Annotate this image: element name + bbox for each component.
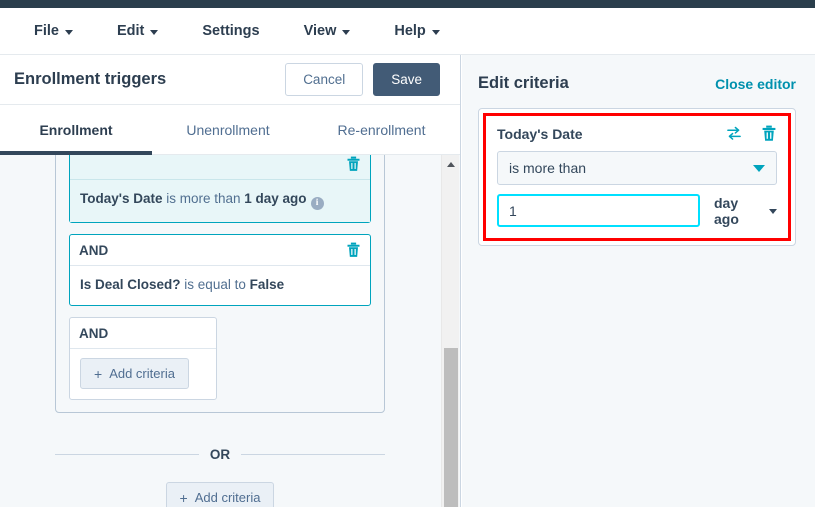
enrollment-triggers-panel: Enrollment triggers Cancel Save Enrollme… [0, 55, 461, 507]
top-dark-strip [0, 0, 815, 8]
close-editor-link[interactable]: Close editor [715, 76, 796, 92]
trash-icon[interactable] [346, 242, 361, 258]
or-divider-label: OR [210, 447, 230, 462]
criteria-card-2-body: Is Deal Closed? is equal to False [70, 266, 370, 305]
criteria-card-1-subject: Today's Date [80, 191, 162, 206]
criteria-card-1-operator: is more than [162, 191, 244, 206]
editor-field-header: Today's Date [497, 125, 777, 142]
and-block-body: + Add criteria [70, 349, 216, 399]
chevron-down-icon [342, 30, 350, 35]
plus-icon: + [94, 367, 102, 381]
save-button[interactable]: Save [373, 63, 440, 96]
operator-select[interactable]: is more than [497, 151, 777, 185]
criteria-card-1-body: Today's Date is more than 1 day ago i [70, 180, 370, 222]
criteria-scroll-area: Today's Date is more than 1 day ago i AND [0, 155, 460, 507]
criteria-card-2-value: False [250, 277, 285, 292]
plus-icon: + [180, 491, 188, 505]
tab-re-enrollment-label: Re-enrollment [338, 122, 426, 138]
unit-dropdown[interactable]: day ago [714, 195, 777, 227]
criteria-scroll-content: Today's Date is more than 1 day ago i AND [0, 155, 441, 507]
chevron-down-icon [432, 30, 440, 35]
add-criteria-inner-label: Add criteria [109, 366, 175, 381]
criteria-card-2-operator: is equal to [181, 277, 250, 292]
menu-item-file[interactable]: File [34, 23, 73, 39]
edit-criteria-panel: Edit criteria Close editor Today's Date [462, 55, 815, 507]
tab-unenrollment[interactable]: Unenrollment [152, 105, 304, 154]
value-input[interactable] [497, 194, 700, 227]
triangle-up-icon [447, 162, 455, 167]
trash-icon[interactable] [761, 125, 777, 142]
chevron-down-icon [65, 30, 73, 35]
editor-card: Today's Date [478, 108, 796, 246]
swap-icon[interactable] [726, 126, 742, 141]
tab-bar: Enrollment Unenrollment Re-enrollment [0, 105, 460, 155]
tab-enrollment[interactable]: Enrollment [0, 105, 152, 154]
criteria-card-1-header [70, 155, 370, 180]
criteria-card-2-subject: Is Deal Closed? [80, 277, 181, 292]
chevron-down-icon [769, 209, 777, 214]
bottom-add-criteria-wrap: + Add criteria [55, 482, 385, 507]
criteria-card-2-header: AND [70, 235, 370, 266]
scroll-up-arrow-icon[interactable] [442, 155, 460, 173]
app-root: File Edit Settings View Help Enrollment … [0, 0, 815, 507]
edit-criteria-title: Edit criteria [478, 74, 715, 93]
info-icon[interactable]: i [311, 197, 324, 210]
cancel-button[interactable]: Cancel [285, 63, 363, 96]
criteria-card-1-value: 1 day ago [244, 191, 306, 206]
value-row: day ago [497, 194, 777, 227]
or-divider-line-left [55, 454, 199, 455]
and-block-header: AND [70, 318, 216, 349]
add-criteria-outer-label: Add criteria [195, 490, 261, 505]
menu-item-file-label: File [34, 23, 59, 39]
criteria-group-box: Today's Date is more than 1 day ago i AND [55, 155, 385, 413]
menu-item-view-label: View [304, 23, 337, 39]
scrollbar-thumb[interactable] [444, 348, 458, 507]
menu-item-settings[interactable]: Settings [202, 23, 259, 39]
operator-select-value: is more than [509, 160, 753, 176]
chevron-down-icon [753, 165, 765, 172]
vertical-scrollbar[interactable] [441, 155, 459, 507]
add-criteria-button-inner[interactable]: + Add criteria [80, 358, 189, 389]
menu-item-help-label: Help [394, 23, 425, 39]
tab-enrollment-label: Enrollment [39, 122, 112, 138]
tab-unenrollment-label: Unenrollment [186, 122, 269, 138]
highlight-box: Today's Date [483, 113, 791, 241]
trash-icon[interactable] [346, 156, 361, 172]
chevron-down-icon [150, 30, 158, 35]
menu-item-settings-label: Settings [202, 23, 259, 39]
menu-item-edit-label: Edit [117, 23, 144, 39]
menu-item-view[interactable]: View [304, 23, 351, 39]
menu-bar: File Edit Settings View Help [0, 8, 815, 55]
and-block-header-label: AND [79, 326, 207, 341]
editor-field-label: Today's Date [497, 126, 726, 142]
or-divider-line-right [241, 454, 385, 455]
panel-header: Enrollment triggers Cancel Save [0, 55, 460, 105]
menu-item-help[interactable]: Help [394, 23, 439, 39]
criteria-card-2[interactable]: AND [69, 234, 371, 306]
page-title: Enrollment triggers [14, 70, 285, 89]
edit-criteria-header: Edit criteria Close editor [478, 74, 796, 93]
or-divider: OR [55, 447, 385, 462]
unit-dropdown-value: day ago [714, 195, 763, 227]
menu-item-edit[interactable]: Edit [117, 23, 158, 39]
and-add-criteria-block: AND + Add criteria [69, 317, 217, 400]
criteria-card-1[interactable]: Today's Date is more than 1 day ago i [69, 155, 371, 223]
add-criteria-button-outer[interactable]: + Add criteria [166, 482, 275, 507]
criteria-card-2-header-label: AND [79, 243, 346, 258]
tab-re-enrollment[interactable]: Re-enrollment [304, 105, 459, 154]
